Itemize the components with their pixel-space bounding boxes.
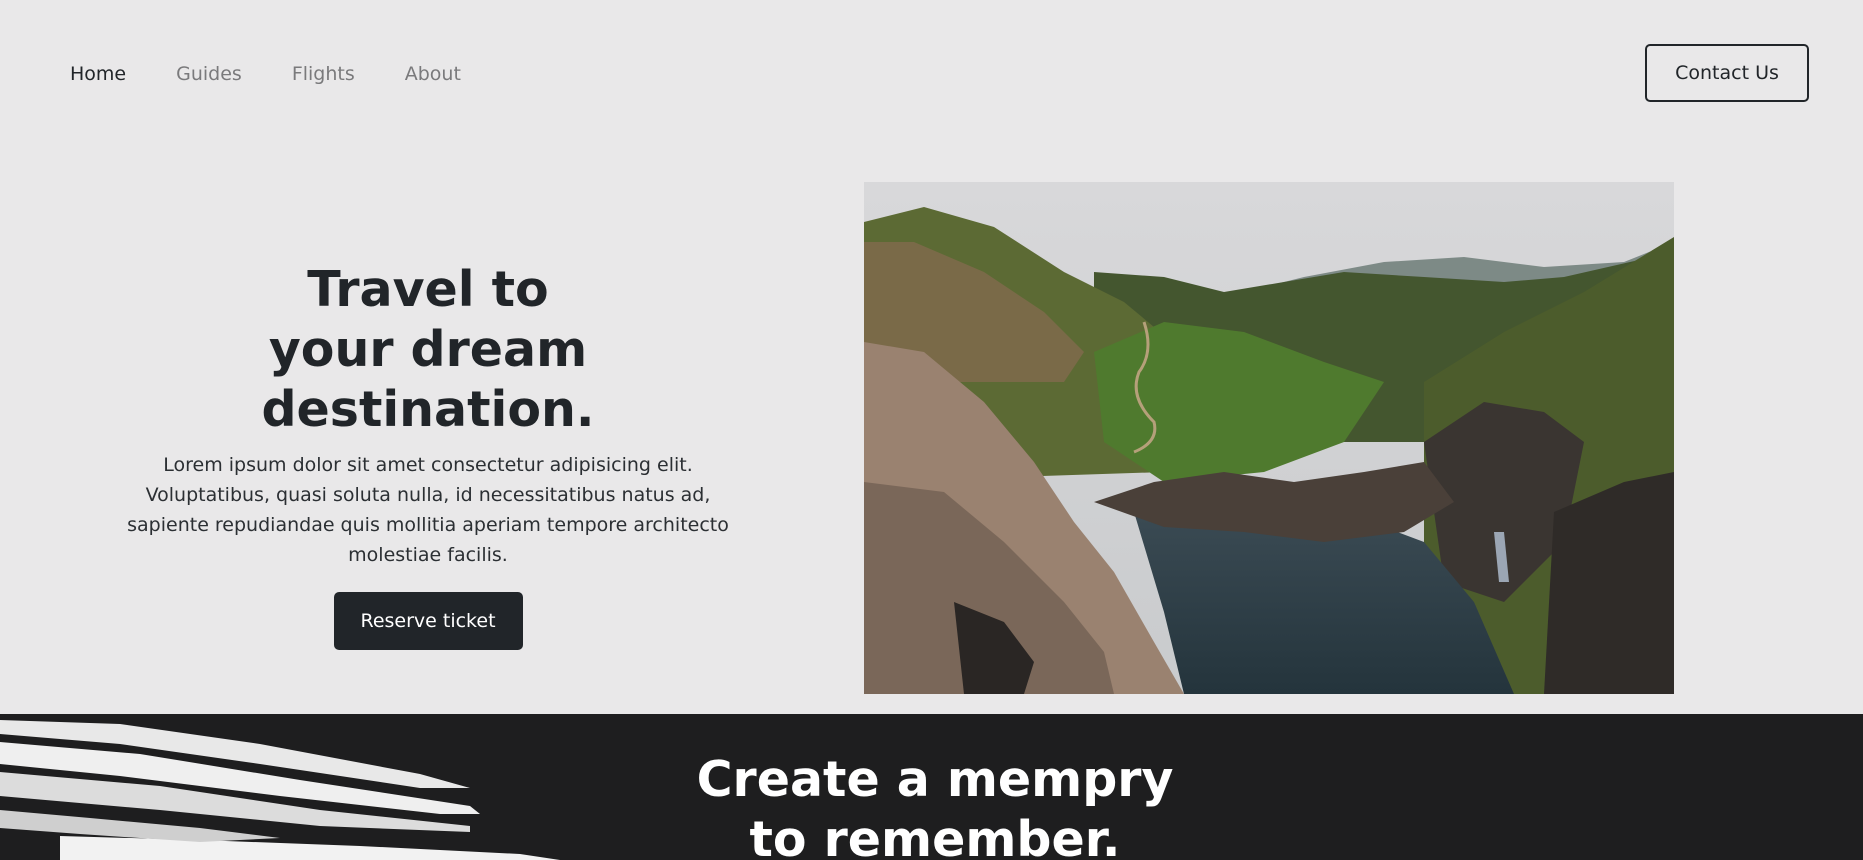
brush-stroke-decoration xyxy=(0,720,560,860)
memory-section: Create a mempry to remember. xyxy=(0,714,1863,860)
hero-landscape-image xyxy=(864,182,1674,694)
nav-link-about[interactable]: About xyxy=(405,60,461,88)
memory-title-line-2: to remember. xyxy=(749,811,1121,860)
hero-title-line-2: your dream xyxy=(268,321,588,378)
hero-text-block: Travel to your dream destination. Lorem … xyxy=(100,260,756,650)
landscape-illustration xyxy=(864,182,1674,694)
hero-title: Travel to your dream destination. xyxy=(238,260,618,440)
nav-link-flights[interactable]: Flights xyxy=(292,60,355,88)
reserve-ticket-button[interactable]: Reserve ticket xyxy=(333,592,523,650)
contact-us-button[interactable]: Contact Us xyxy=(1645,44,1809,102)
nav-link-home[interactable]: Home xyxy=(70,60,126,88)
top-navigation: Home Guides Flights About Contact Us xyxy=(0,0,1863,148)
memory-section-title: Create a mempry to remember. xyxy=(635,750,1235,860)
hero-description: Lorem ipsum dolor sit amet consectetur a… xyxy=(127,454,729,566)
nav-links: Home Guides Flights About xyxy=(70,60,511,88)
hero-title-line-3: destination. xyxy=(261,381,595,438)
hero-title-line-1: Travel to xyxy=(307,261,549,318)
nav-link-guides[interactable]: Guides xyxy=(176,60,242,88)
memory-title-line-1: Create a mempry xyxy=(696,751,1174,808)
